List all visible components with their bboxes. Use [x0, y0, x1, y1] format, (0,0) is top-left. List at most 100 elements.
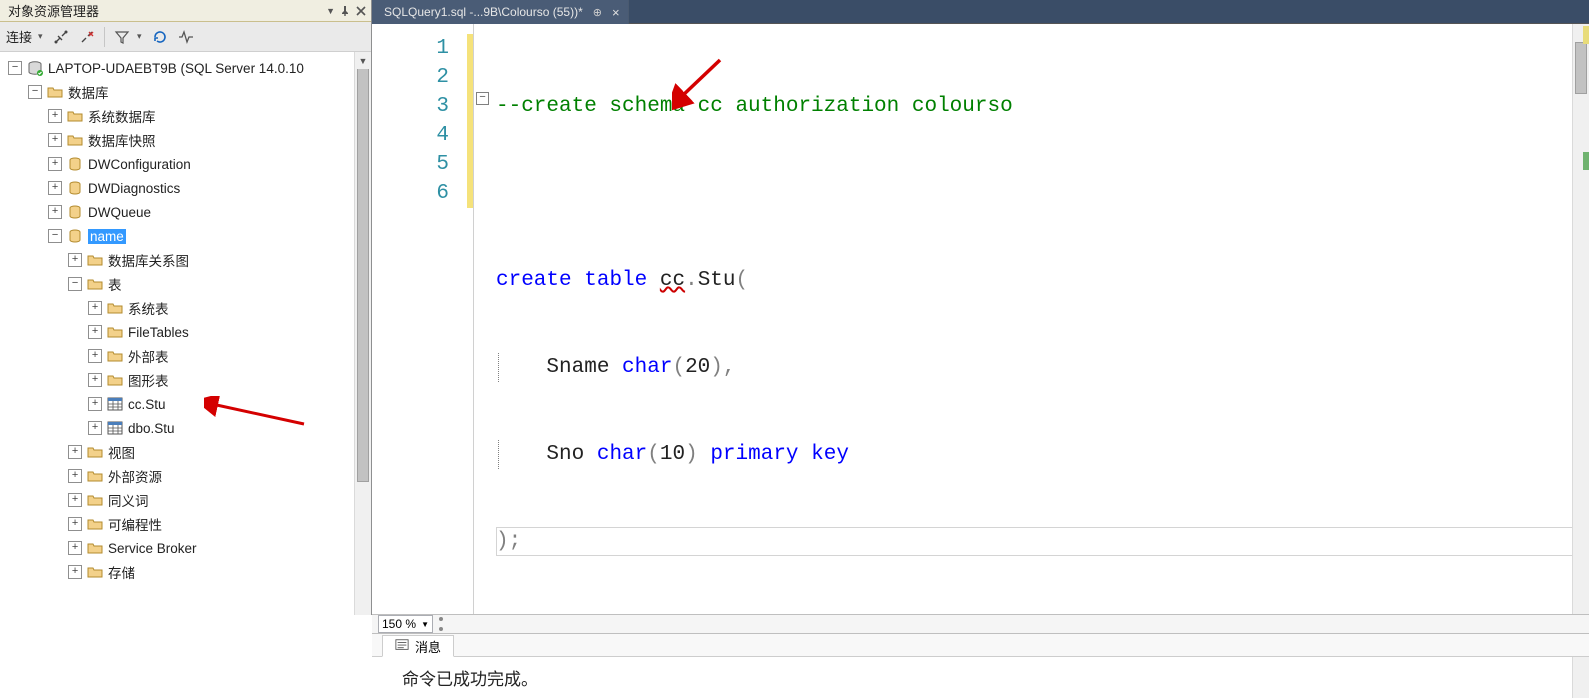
expander-icon[interactable]: +: [68, 517, 82, 531]
connect-label[interactable]: 连接: [6, 27, 32, 46]
line-number: 1: [372, 34, 465, 63]
tree-dbo-stu[interactable]: +dbo.Stu: [0, 416, 371, 440]
tree-label: 视图: [108, 442, 135, 462]
object-explorer-tree[interactable]: − LAPTOP-UDAEBT9B (SQL Server 14.0.10 − …: [0, 52, 371, 588]
folder-icon: [86, 516, 104, 532]
tree-tables-node[interactable]: −表: [0, 272, 371, 296]
tree-name-db[interactable]: − name: [0, 224, 371, 248]
splitter-grip-icon[interactable]: [439, 617, 447, 631]
expander-icon[interactable]: −: [28, 85, 42, 99]
expander-icon[interactable]: +: [68, 565, 82, 579]
expander-icon[interactable]: +: [88, 349, 102, 363]
code-token: cc: [660, 269, 685, 292]
expander-icon[interactable]: +: [68, 493, 82, 507]
code-token: char: [597, 443, 647, 466]
tree-item[interactable]: + 系统表: [0, 296, 371, 320]
tree-item[interactable]: +系统数据库: [0, 104, 371, 128]
expander-icon[interactable]: +: [88, 301, 102, 315]
tree-label: 同义词: [108, 490, 149, 510]
document-tab[interactable]: SQLQuery1.sql -...9B\Colourso (55))* ⊕ ×: [372, 0, 629, 24]
folder-icon: [86, 444, 104, 460]
dropdown-caret-icon[interactable]: ▼: [326, 6, 335, 16]
tree-item[interactable]: + 视图: [0, 440, 371, 464]
messages-icon: [395, 638, 409, 655]
tree-item[interactable]: + 数据库关系图: [0, 248, 371, 272]
tree-label: FileTables: [128, 325, 189, 340]
expander-icon[interactable]: +: [68, 445, 82, 459]
tree-label: 数据库关系图: [108, 250, 189, 270]
tree-label: 系统表: [128, 298, 169, 318]
expander-icon[interactable]: +: [68, 253, 82, 267]
tree-item[interactable]: +图形表: [0, 368, 371, 392]
code-token: char: [622, 356, 672, 379]
tree-item[interactable]: +数据库快照: [0, 128, 371, 152]
connect-dropdown-icon[interactable]: ▾: [38, 31, 46, 42]
expander-icon[interactable]: +: [68, 469, 82, 483]
filter-dropdown-icon[interactable]: ▾: [137, 31, 145, 42]
expander-icon[interactable]: +: [48, 205, 62, 219]
folder-icon: [106, 372, 124, 388]
code-area[interactable]: --create schema cc authorization colours…: [492, 24, 1589, 614]
tab-pin-icon[interactable]: ⊕: [593, 6, 602, 19]
refresh-icon[interactable]: [149, 26, 171, 48]
connect-icon[interactable]: [50, 26, 72, 48]
zoom-value: 150 %: [382, 617, 416, 631]
expander-icon[interactable]: +: [88, 325, 102, 339]
close-icon[interactable]: [355, 5, 367, 17]
scroll-thumb[interactable]: [357, 52, 369, 482]
object-explorer-toolbar: 连接 ▾ ▾: [0, 22, 371, 52]
line-number: 4: [372, 121, 465, 150]
pin-icon[interactable]: [339, 5, 351, 17]
table-icon: [106, 396, 124, 412]
messages-scrollbar[interactable]: [1572, 657, 1589, 698]
tree-cc-stu[interactable]: + cc.Stu: [0, 392, 371, 416]
tree-item[interactable]: +DWConfiguration: [0, 152, 371, 176]
tree-item[interactable]: +外部资源: [0, 464, 371, 488]
code-token: --create schema cc authorization colours…: [496, 95, 1013, 118]
expander-icon[interactable]: +: [68, 541, 82, 555]
editor-gutter: 1 2 3 4 5 6: [372, 24, 474, 614]
expander-icon[interactable]: −: [68, 277, 82, 291]
tree-item[interactable]: +DWDiagnostics: [0, 176, 371, 200]
expander-icon[interactable]: +: [48, 157, 62, 171]
disconnect-icon[interactable]: [76, 26, 98, 48]
code-token: Sname: [546, 356, 609, 379]
tree-label: cc.Stu: [128, 397, 166, 412]
folder-icon: [86, 468, 104, 484]
sql-editor[interactable]: 1 2 3 4 5 6 − --create schema cc authori…: [372, 24, 1589, 615]
tree-scrollbar[interactable]: ▲ ▼: [354, 52, 371, 615]
zoom-select[interactable]: 150 % ▼: [378, 615, 433, 633]
tree-item[interactable]: + 同义词: [0, 488, 371, 512]
expander-icon[interactable]: +: [48, 109, 62, 123]
tree-label: 数据库: [68, 82, 109, 102]
tree-item[interactable]: +DWQueue: [0, 200, 371, 224]
server-icon: [26, 60, 44, 76]
tab-close-icon[interactable]: ×: [612, 5, 620, 20]
tree-server-node[interactable]: − LAPTOP-UDAEBT9B (SQL Server 14.0.10: [0, 56, 371, 80]
panel-header: 对象资源管理器 ▼: [0, 0, 371, 22]
expander-icon[interactable]: +: [48, 133, 62, 147]
tree-label: 表: [108, 274, 122, 294]
messages-tab[interactable]: 消息: [382, 635, 454, 657]
filter-icon[interactable]: [111, 26, 133, 48]
tree-item[interactable]: +可编程性: [0, 512, 371, 536]
expander-icon[interactable]: +: [48, 181, 62, 195]
line-number: 3: [372, 92, 465, 121]
tree-item[interactable]: +Service Broker: [0, 536, 371, 560]
tree-item[interactable]: +存储: [0, 560, 371, 584]
activity-icon[interactable]: [175, 26, 197, 48]
database-icon: [66, 204, 84, 220]
expander-icon[interactable]: +: [88, 421, 102, 435]
tree-item[interactable]: +外部表: [0, 344, 371, 368]
expander-icon[interactable]: −: [48, 229, 62, 243]
expander-icon[interactable]: +: [88, 373, 102, 387]
tree-databases-node[interactable]: − 数据库: [0, 80, 371, 104]
fold-icon[interactable]: −: [476, 92, 489, 105]
expander-icon[interactable]: +: [88, 397, 102, 411]
editor-scrollbar[interactable]: [1572, 24, 1589, 614]
expander-icon[interactable]: −: [8, 61, 22, 75]
folder-icon: [86, 540, 104, 556]
tree-item[interactable]: + FileTables: [0, 320, 371, 344]
folder-icon: [106, 300, 124, 316]
tree-label: name: [88, 229, 126, 244]
